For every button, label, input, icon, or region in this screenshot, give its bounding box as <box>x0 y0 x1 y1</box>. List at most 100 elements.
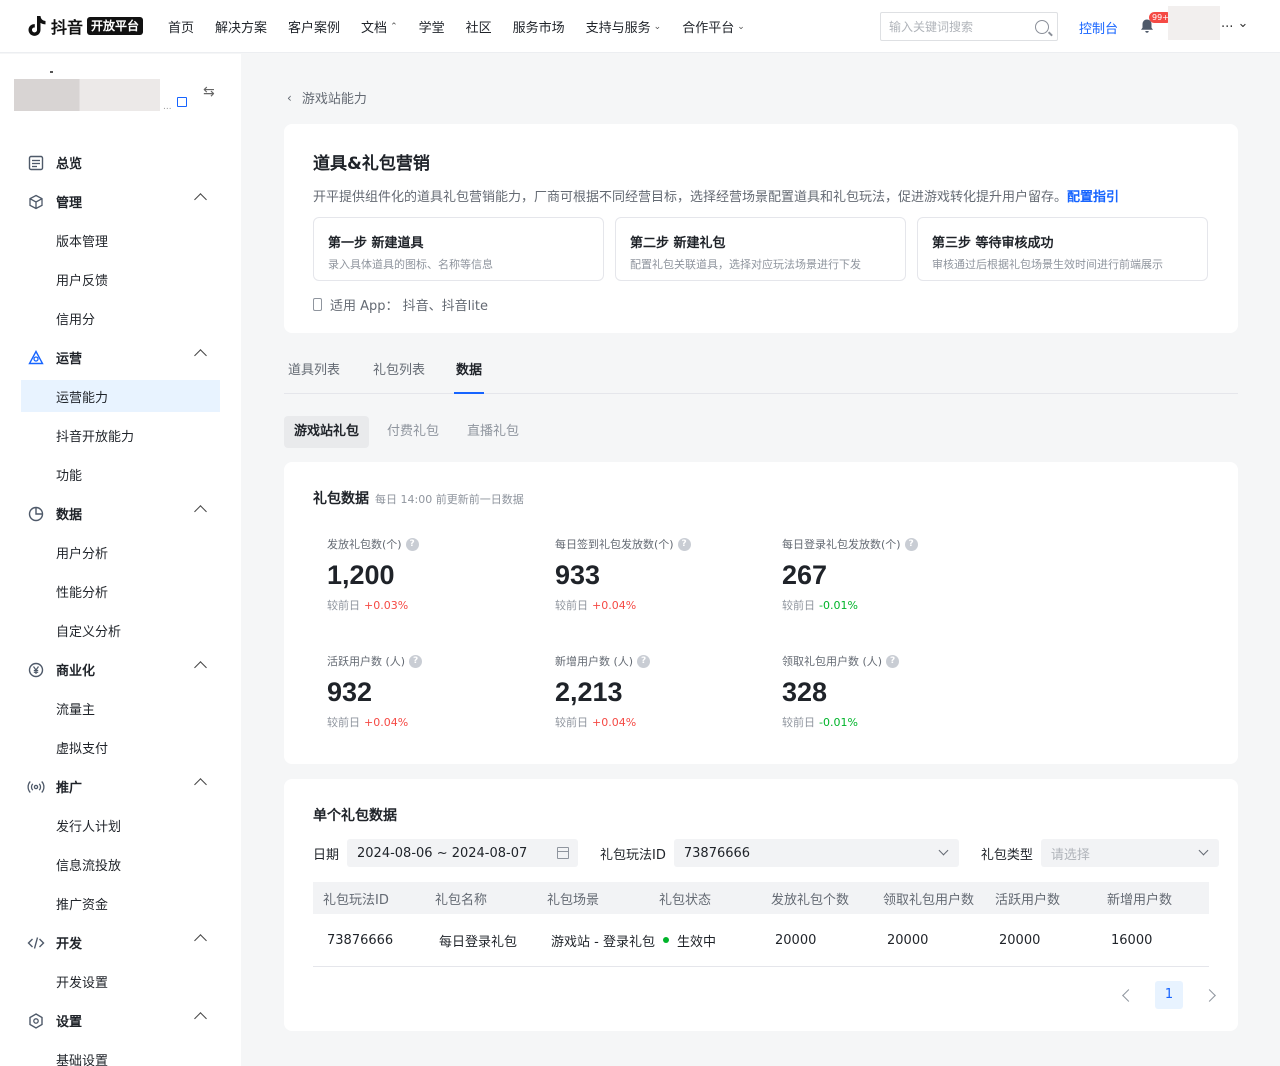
prev-page-icon[interactable] <box>1122 988 1135 1002</box>
sub-tab[interactable]: 付费礼包 <box>377 416 449 448</box>
metric-value: 267 <box>782 560 828 590</box>
chevron-up-icon[interactable] <box>194 778 207 791</box>
step-description: 审核通过后根据礼包场景生效时间进行前端展示 <box>932 258 1163 271</box>
breadcrumb-back-label[interactable]: 游戏站能力 <box>302 88 367 107</box>
tab[interactable]: 数据 <box>454 354 485 394</box>
nav-item[interactable]: 支持与服务 ⌄ <box>586 17 662 36</box>
sidebar-group[interactable]: 商业化 <box>0 650 241 689</box>
chevron-up-icon[interactable] <box>194 934 207 947</box>
step-card: 第一步 新建道具 录入具体道具的图标、名称等信息 <box>313 217 604 281</box>
sub-tab[interactable]: 游戏站礼包 <box>284 416 370 448</box>
sidebar-item[interactable]: 推广资金 <box>0 884 241 923</box>
search-box[interactable] <box>880 12 1058 41</box>
cell-active: 20000 <box>999 932 1041 948</box>
sidebar-group[interactable]: 总览 <box>0 143 241 182</box>
compare-label: 较前日 <box>782 716 815 729</box>
metric-label-text: 每日登录礼包发放数(个) <box>782 538 901 551</box>
chevron-down-icon <box>1198 845 1209 856</box>
user-menu-toggle[interactable]: ... ⌄ <box>1221 16 1248 31</box>
sidebar-item[interactable]: 流量主 <box>0 689 241 728</box>
next-page-icon[interactable] <box>1203 988 1216 1002</box>
compare-label: 较前日 <box>327 599 360 612</box>
sidebar-item[interactable]: 发行人计划 <box>0 806 241 845</box>
column-header: 礼包状态 <box>659 892 712 908</box>
sidebar-item[interactable]: 功能 <box>0 455 241 494</box>
console-link[interactable]: 控制台 <box>1079 18 1118 37</box>
sidebar-item[interactable]: 版本管理 <box>0 221 241 260</box>
avatar[interactable] <box>1168 6 1220 40</box>
nav-item-label: 客户案例 <box>288 21 341 36</box>
search-input[interactable] <box>889 19 1035 34</box>
table-cell: 20000 <box>761 933 873 948</box>
tab[interactable]: 道具列表 <box>284 354 340 394</box>
intro-description: 开平提供组件化的道具礼包营销能力，厂商可根据不同经营目标，选择经营场景配置道具和… <box>313 186 1119 205</box>
help-icon[interactable]: ? <box>409 654 423 668</box>
nav-item[interactable]: 合作平台 ⌄ <box>682 17 745 36</box>
table-cell: 每日登录礼包 <box>425 931 537 950</box>
chevron-up-icon[interactable] <box>194 193 207 206</box>
search-icon[interactable] <box>1035 19 1049 34</box>
chevron-down-icon: ⌄ <box>653 21 662 32</box>
chevron-up-icon[interactable] <box>194 1012 207 1025</box>
sidebar-group[interactable]: 数据 <box>0 494 241 533</box>
metric-value: 328 <box>782 677 828 707</box>
copy-icon[interactable] <box>177 97 187 107</box>
gift-table: 礼包玩法ID 礼包名称 礼包场景 礼包状态 发放礼包个数 领取礼包用户数 活跃用户数 新增用户… <box>313 882 1209 967</box>
sidebar-item[interactable]: 虚拟支付 <box>0 728 241 767</box>
help-icon[interactable]: ? <box>904 537 918 551</box>
nav-item[interactable]: 首页 <box>168 17 194 36</box>
breadcrumb[interactable]: ‹ 游戏站能力 <box>287 88 367 108</box>
metric-label: 新增用户数 (人)? <box>555 653 775 669</box>
guide-link[interactable]: 配置指引 <box>1067 190 1119 205</box>
pagination: 1 <box>1112 981 1226 1009</box>
sidebar-group-label: 商业化 <box>56 664 96 679</box>
sidebar-item[interactable]: 用户分析 <box>0 533 241 572</box>
gift-type-select[interactable]: 请选择 <box>1040 839 1219 867</box>
nav-item[interactable]: 服务市场 <box>513 17 565 36</box>
metric-label-text: 领取礼包用户数 (人) <box>782 655 883 668</box>
sidebar-group[interactable]: 管理 <box>0 182 241 221</box>
sidebar-item[interactable]: 抖音开放能力 <box>0 416 241 455</box>
overview-icon <box>27 154 45 172</box>
chevron-up-icon[interactable] <box>194 505 207 518</box>
nav-item[interactable]: 客户案例 <box>288 17 340 36</box>
sidebar-item[interactable]: 信用分 <box>0 299 241 338</box>
sidebar-group[interactable]: 推广 <box>0 767 241 806</box>
sub-tabs: 游戏站礼包 付费礼包 直播礼包 <box>284 416 537 448</box>
logo-text: 抖音 <box>51 18 84 37</box>
sidebar-item[interactable]: 信息流投放 <box>0 845 241 884</box>
nav-item[interactable]: 解决方案 <box>215 17 267 36</box>
help-icon[interactable]: ? <box>677 537 691 551</box>
main-nav: 首页 解决方案 客户案例 文档 ⌃ 学堂 社区 服务市场 支持与服务 ⌄ 合作平台 ⌄ <box>168 0 766 53</box>
sidebar-group[interactable]: 开发 <box>0 923 241 962</box>
stats-update-hint: 每日 14:00 前更新前一日数据 <box>375 493 524 506</box>
chevron-up-icon[interactable] <box>194 661 207 674</box>
play-id-select[interactable]: 73876666 <box>673 839 959 867</box>
page-number[interactable]: 1 <box>1155 981 1183 1009</box>
sidebar-item[interactable]: 用户反馈 <box>0 260 241 299</box>
chevron-left-icon[interactable]: ‹ <box>287 91 292 105</box>
sidebar-item[interactable]: 开发设置 <box>0 962 241 1001</box>
date-range-picker[interactable]: 2024-08-06 ~ 2024-08-07 <box>347 839 579 867</box>
app-name-mark <box>50 71 53 73</box>
douyin-logo[interactable]: 抖音 开放平台 <box>27 14 144 38</box>
help-icon[interactable]: ? <box>637 654 651 668</box>
sub-tab[interactable]: 直播礼包 <box>457 416 529 448</box>
nav-item[interactable]: 文档 ⌃ <box>361 17 398 36</box>
nav-item-label: 学堂 <box>418 21 445 36</box>
sidebar-group[interactable]: 设置 <box>0 1001 241 1040</box>
help-icon[interactable]: ? <box>405 537 419 551</box>
sidebar-item[interactable]: 自定义分析 <box>0 611 241 650</box>
tab[interactable]: 礼包列表 <box>369 354 425 394</box>
sidebar-group[interactable]: 运营 <box>0 338 241 377</box>
chevron-up-icon[interactable] <box>194 349 207 362</box>
sidebar-item[interactable]: 基础设置 <box>0 1040 241 1066</box>
switch-app-icon[interactable]: ⇆ <box>203 84 215 100</box>
nav-item[interactable]: 学堂 <box>419 17 445 36</box>
metric-block: 领取礼包用户数 (人)? 328 较前日 -0.01% <box>782 653 1002 730</box>
nav-item[interactable]: 社区 <box>466 17 492 36</box>
sidebar-item[interactable]: 性能分析 <box>0 572 241 611</box>
help-icon[interactable]: ? <box>886 654 900 668</box>
metric-delta: 较前日 +0.04% <box>327 714 547 730</box>
sidebar-item[interactable]: 运营能力 <box>21 380 220 412</box>
